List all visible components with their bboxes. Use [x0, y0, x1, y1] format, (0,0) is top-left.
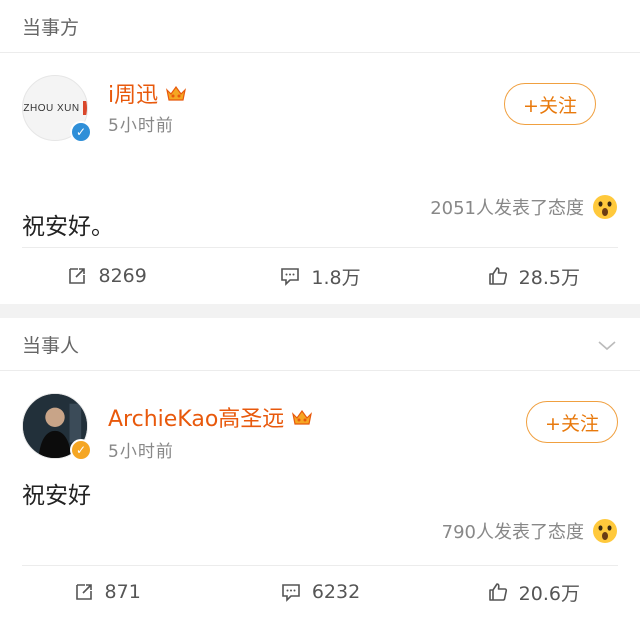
comment-button[interactable]: 1.8万 [213, 263, 426, 290]
comment-count: 6232 [311, 581, 361, 603]
action-bar: 8269 1.8万 28.5万 [0, 248, 640, 304]
crown-badge-icon [166, 85, 187, 101]
share-icon [69, 268, 86, 284]
avatar[interactable]: ✓ [22, 393, 92, 461]
like-icon [488, 267, 507, 285]
chevron-down-icon[interactable] [596, 334, 618, 356]
author-name[interactable]: ArchieKao高圣远 [108, 401, 284, 433]
section-header-1: 当事方 [0, 0, 640, 52]
comment-icon [282, 584, 300, 602]
author-row: ZHOU XUN ✓ i周迅 5小时前 +关注 [22, 53, 618, 143]
share-icon [75, 584, 92, 600]
section-title: 当事人 [22, 334, 80, 357]
crown-badge-icon [292, 409, 313, 425]
reaction-line[interactable]: 790人发表了态度 [442, 518, 618, 544]
reactions-count: 2051人发表了态度 [430, 198, 584, 219]
follow-button[interactable]: +关注 [504, 83, 596, 125]
avatar[interactable]: ZHOU XUN ✓ [22, 75, 92, 143]
name-line: ArchieKao高圣远 [108, 401, 314, 433]
like-button[interactable]: 20.6万 [427, 579, 640, 606]
like-count: 20.6万 [518, 582, 580, 605]
verified-badge-icon: ✓ [70, 121, 92, 143]
repost-button[interactable]: 8269 [0, 265, 213, 287]
section-title: 当事方 [22, 16, 80, 39]
wow-emoji-icon [593, 195, 617, 219]
section-gap [0, 304, 640, 318]
post-time: 5小时前 [108, 442, 174, 462]
section-header-2: 当事人 [0, 318, 640, 370]
repost-count: 871 [104, 581, 141, 603]
post-content: 祝安好。 [22, 214, 114, 240]
avatar-seal-mark [82, 101, 87, 115]
comment-icon [281, 268, 300, 286]
repost-button[interactable]: 871 [0, 581, 213, 603]
follow-button[interactable]: +关注 [526, 401, 618, 443]
post-card-1: ZHOU XUN ✓ i周迅 5小时前 +关注 祝安好。 [0, 53, 640, 240]
like-button[interactable]: 28.5万 [427, 263, 640, 290]
avatar-logo-text: ZHOU XUN [23, 102, 80, 114]
like-icon [488, 583, 507, 601]
post-time: 5小时前 [108, 116, 174, 136]
wow-emoji-icon [593, 519, 617, 543]
repost-count: 8269 [98, 265, 147, 287]
reactions-count: 790人发表了态度 [441, 522, 584, 543]
author-name[interactable]: i周迅 [108, 77, 158, 109]
post-content: 祝安好 [22, 483, 91, 509]
reaction-line[interactable]: 2051人发表了态度 [430, 194, 618, 220]
name-line: i周迅 [108, 77, 188, 109]
comment-button[interactable]: 6232 [213, 581, 426, 603]
verified-badge-icon: ✓ [70, 439, 92, 461]
like-count: 28.5万 [518, 266, 580, 289]
comment-count: 1.8万 [311, 266, 361, 289]
action-bar: 871 6232 20.6万 [0, 564, 640, 620]
